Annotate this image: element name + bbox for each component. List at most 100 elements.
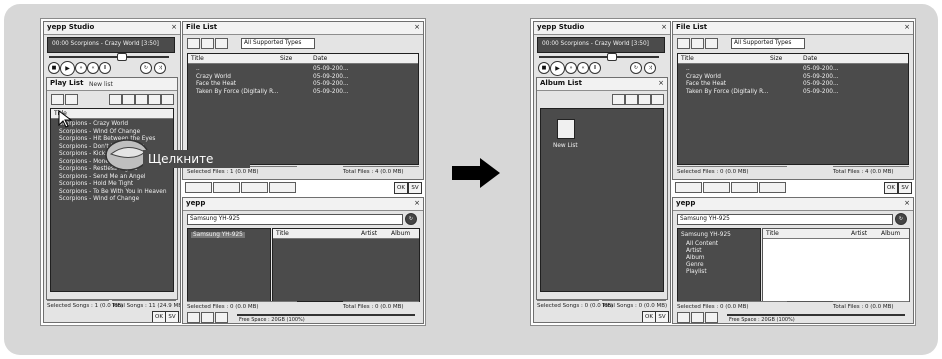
list-item[interactable]: Scorpions - Wind of Change	[59, 196, 139, 202]
stop-button[interactable]: ■	[538, 62, 550, 74]
ok-button[interactable]: OK	[884, 182, 898, 194]
close-icon[interactable]: ×	[904, 199, 910, 207]
album-tool-button[interactable]	[651, 94, 664, 105]
sv-button[interactable]: SV	[898, 182, 912, 194]
device-tool-button[interactable]	[215, 312, 228, 323]
seek-knob[interactable]	[607, 53, 617, 61]
device-status-right: Total Files : 0 (0.0 MB)	[343, 301, 419, 312]
filter-select[interactable]: All Supported Types	[241, 38, 315, 49]
refresh-icon[interactable]: ↻	[895, 213, 907, 225]
ok-button[interactable]: OK	[152, 311, 166, 322]
playlist-tool-button[interactable]	[135, 94, 148, 105]
list-item[interactable]: ..	[196, 66, 200, 72]
close-icon[interactable]: ×	[904, 23, 910, 31]
artist-column-header: Artist	[851, 230, 868, 237]
list-item[interactable]: Playlist	[686, 269, 707, 275]
list-item[interactable]: Album	[686, 255, 705, 261]
album-tool-button[interactable]	[625, 94, 638, 105]
device-select[interactable]: Samsung YH-925	[677, 214, 893, 225]
sv-button[interactable]: SV	[655, 311, 669, 322]
file-list-table: Title Size Date .. 05-09-200... Crazy Worl…	[677, 53, 909, 165]
device-tool-button[interactable]	[187, 312, 200, 323]
file-action-button[interactable]	[241, 182, 268, 193]
playlist-remove-button[interactable]	[65, 94, 78, 105]
file-tool-button[interactable]	[677, 38, 690, 49]
close-icon[interactable]: ×	[171, 23, 177, 31]
playlist-tool-button[interactable]	[161, 94, 174, 105]
file-tool-button[interactable]	[187, 38, 200, 49]
pause-button[interactable]: Ⅱ	[589, 62, 601, 74]
list-item[interactable]: Face the Heat	[686, 81, 726, 87]
device-tool-button[interactable]	[201, 312, 214, 323]
close-icon[interactable]: ×	[414, 23, 420, 31]
sv-button[interactable]: SV	[165, 311, 179, 322]
pause-button[interactable]: Ⅱ	[99, 62, 111, 74]
album-tool-button[interactable]	[638, 94, 651, 105]
seek-knob[interactable]	[117, 53, 127, 61]
list-item[interactable]: ..	[686, 66, 690, 72]
file-action-button[interactable]	[213, 182, 240, 193]
play-button[interactable]: ▶	[550, 61, 565, 76]
playlist-tool-button[interactable]	[109, 94, 122, 105]
list-item[interactable]: Taken By Force (Digitally R...	[686, 89, 768, 95]
shuffle-button[interactable]: ⤨	[644, 62, 656, 74]
file-tool-button[interactable]	[201, 38, 214, 49]
ok-button[interactable]: OK	[642, 311, 656, 322]
list-item[interactable]: Scorpions - Hold Me Tight	[59, 181, 133, 187]
filter-select[interactable]: All Supported Types	[731, 38, 805, 49]
file-action-button[interactable]	[185, 182, 212, 193]
close-icon[interactable]: ×	[414, 199, 420, 207]
seek-track[interactable]	[49, 56, 169, 58]
file-tool-button[interactable]	[691, 38, 704, 49]
list-item[interactable]: Scorpions - Send Me an Angel	[59, 174, 146, 180]
repeat-button[interactable]: ↻	[140, 62, 152, 74]
file-action-button[interactable]	[731, 182, 758, 193]
file-tool-button[interactable]	[215, 38, 228, 49]
seek-track[interactable]	[539, 56, 659, 58]
new-list-icon[interactable]	[557, 119, 575, 139]
device-tool-button[interactable]	[691, 312, 704, 323]
file-action-button[interactable]	[269, 182, 296, 193]
file-action-button[interactable]	[675, 182, 702, 193]
device-tool-button[interactable]	[705, 312, 718, 323]
artist-column-header: Artist	[361, 230, 378, 237]
list-item[interactable]: All Content	[686, 241, 718, 247]
new-list-label[interactable]: New List	[553, 143, 578, 149]
list-item[interactable]: Genre	[686, 262, 704, 268]
list-item[interactable]: Scorpions - To Be With You in Heaven	[59, 189, 167, 195]
album-tool-button[interactable]	[612, 94, 625, 105]
device-tree-item[interactable]: Samsung YH-925	[191, 232, 245, 238]
list-item[interactable]: Crazy World	[686, 74, 721, 80]
next-button[interactable]: »	[75, 62, 87, 74]
close-icon[interactable]: ×	[658, 79, 664, 87]
file-action-button[interactable]	[759, 182, 786, 193]
sv-button[interactable]: SV	[408, 182, 422, 194]
play-button[interactable]: ▶	[60, 61, 75, 76]
now-playing-display: 00:00 Scorpions - Crazy World [3:50]	[537, 37, 665, 53]
playlist-add-button[interactable]	[51, 94, 64, 105]
list-item-date: 05-09-200...	[313, 66, 349, 72]
next-button[interactable]: »	[565, 62, 577, 74]
list-item[interactable]: Face the Heat	[196, 81, 236, 87]
refresh-icon[interactable]: ↻	[405, 213, 417, 225]
file-tool-button[interactable]	[705, 38, 718, 49]
file-list-status-right: Total Files : 4 (0.0 MB)	[343, 166, 419, 177]
album-list-panel: Album List × New List	[536, 77, 668, 300]
prev-button[interactable]: «	[577, 62, 589, 74]
close-icon[interactable]: ×	[661, 23, 667, 31]
stop-button[interactable]: ■	[48, 62, 60, 74]
file-action-button[interactable]	[703, 182, 730, 193]
list-item[interactable]: Artist	[686, 248, 702, 254]
ok-button[interactable]: OK	[394, 182, 408, 194]
list-item[interactable]: Taken By Force (Digitally R...	[196, 89, 278, 95]
device-tool-button[interactable]	[677, 312, 690, 323]
playlist-tool-button[interactable]	[122, 94, 135, 105]
device-status-left: Selected Files : 0 (0.0 MB)	[677, 301, 787, 312]
device-tree-root[interactable]: Samsung YH-925	[681, 232, 731, 238]
repeat-button[interactable]: ↻	[630, 62, 642, 74]
prev-button[interactable]: «	[87, 62, 99, 74]
playlist-tool-button[interactable]	[148, 94, 161, 105]
device-select[interactable]: Samsung YH-925	[187, 214, 403, 225]
shuffle-button[interactable]: ⤨	[154, 62, 166, 74]
list-item[interactable]: Crazy World	[196, 74, 231, 80]
